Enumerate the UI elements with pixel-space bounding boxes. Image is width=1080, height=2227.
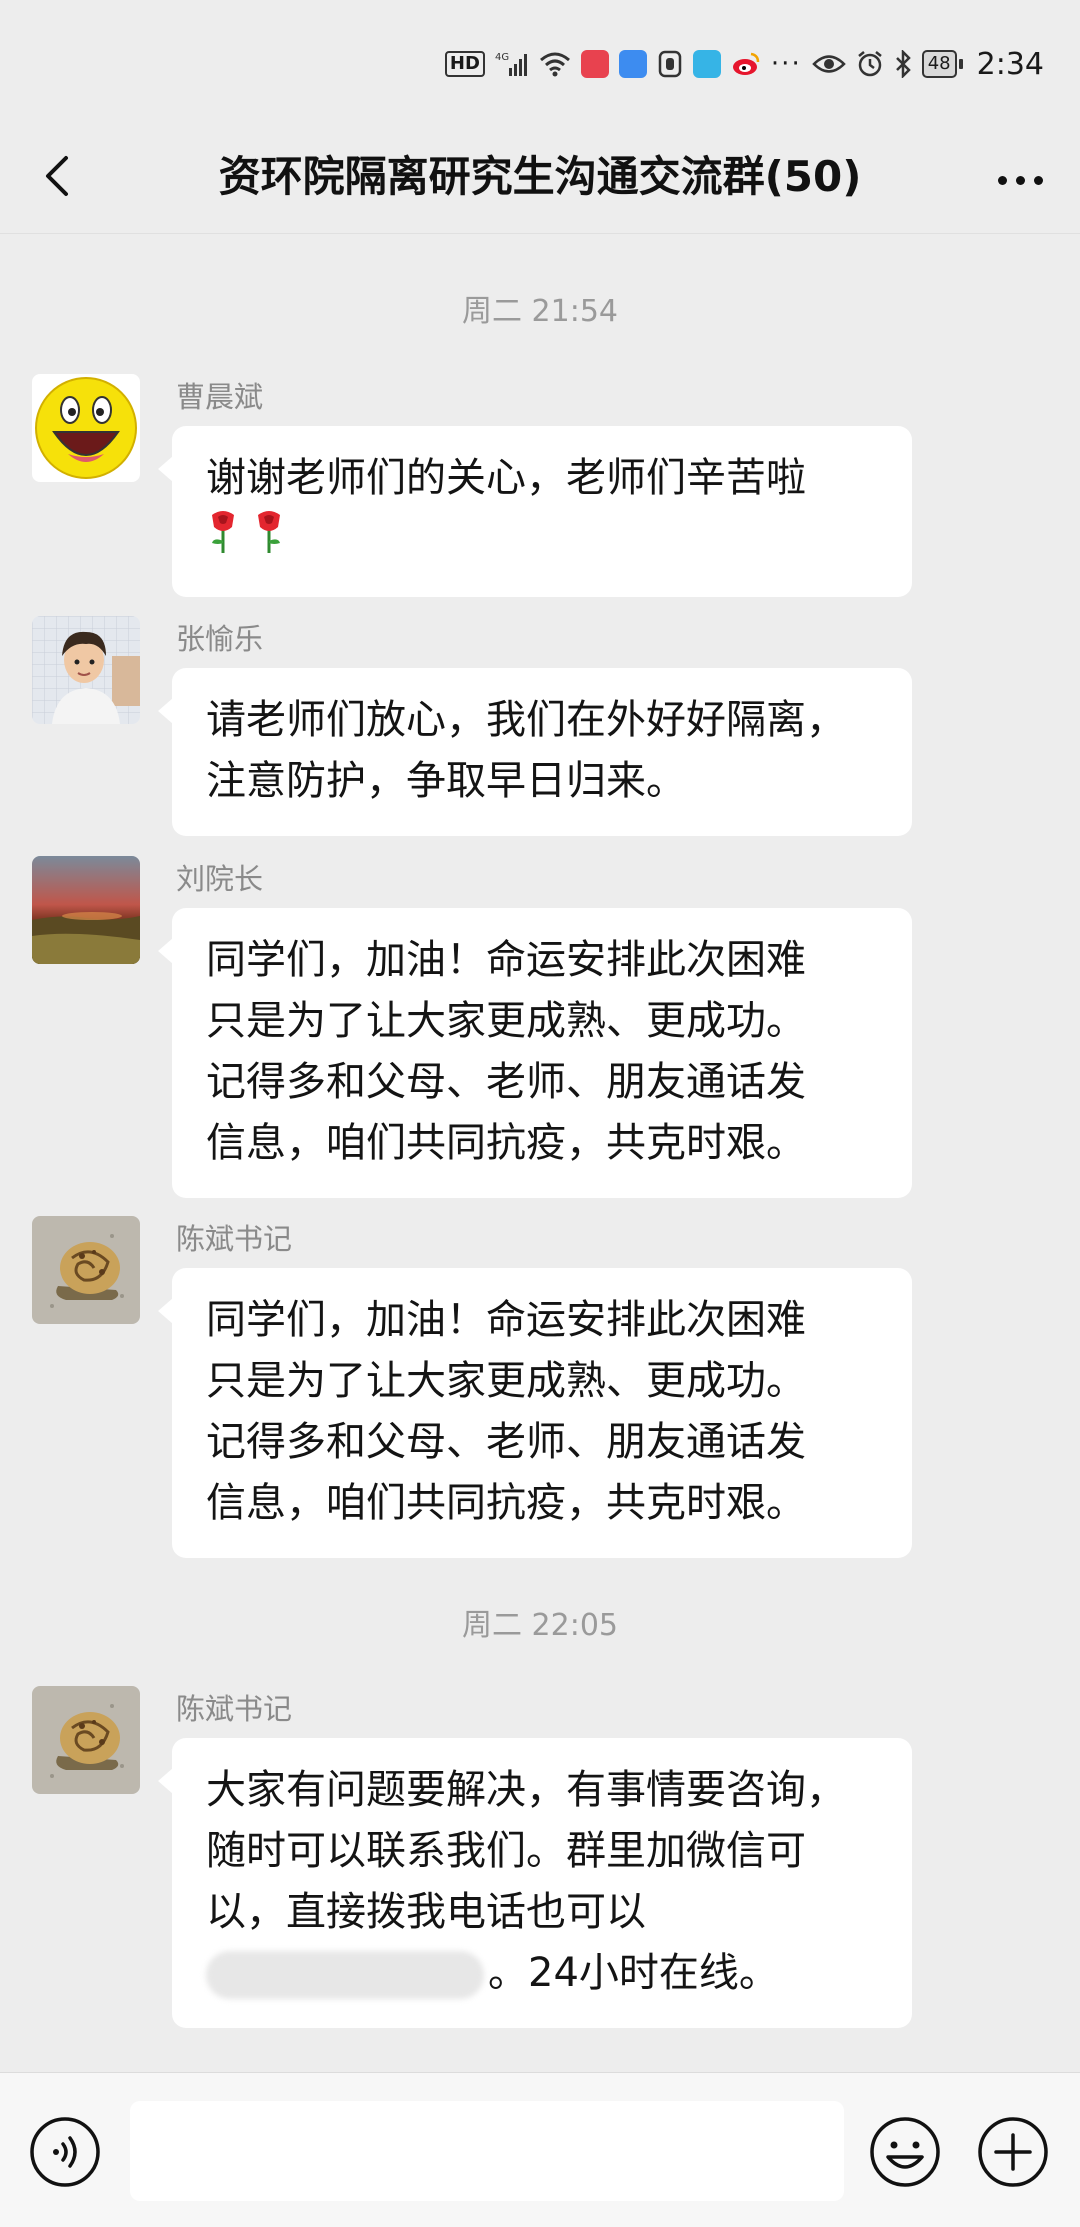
message-text: 记得多和父母、老师、朋友通话发 bbox=[206, 1419, 806, 1465]
message-text-with-redaction: 。24小时在线。 bbox=[206, 1943, 882, 2004]
message-text: 记得多和父母、老师、朋友通话发 bbox=[206, 1059, 806, 1105]
timestamp: 周二 21:54 bbox=[462, 294, 618, 329]
message-text: 请老师们放心，我们在外好好隔离， bbox=[206, 697, 846, 743]
snail-photo-avatar bbox=[32, 1686, 140, 1794]
more-dot bbox=[997, 175, 1007, 185]
more-options-button[interactable] bbox=[988, 150, 1052, 210]
message-bubble[interactable]: 大家有问题要解决，有事情要咨询， 随时可以联系我们。群里加微信可 以，直接拨我电… bbox=[158, 1738, 912, 2028]
sender-name: 曹晨斌 bbox=[176, 380, 264, 414]
message-bubble[interactable]: 谢谢老师们的关心，老师们辛苦啦 bbox=[158, 426, 912, 597]
message-text: 只是为了让大家更成熟、更成功。 bbox=[206, 998, 806, 1044]
message-text: 只是为了让大家更成熟、更成功。 bbox=[206, 1358, 806, 1404]
app-icon-red bbox=[580, 50, 609, 78]
alarm-icon bbox=[856, 50, 884, 78]
child-photo-avatar bbox=[32, 616, 140, 724]
weibo-icon bbox=[731, 51, 761, 77]
bluetooth-icon bbox=[894, 50, 912, 78]
hd-icon: HD bbox=[444, 51, 485, 77]
status-bar: HD 4G ··· 48 2:34 bbox=[0, 0, 1080, 124]
message-text: 谢谢老师们的关心，老师们辛苦啦 bbox=[206, 455, 806, 501]
avatar[interactable] bbox=[32, 616, 140, 724]
eye-icon bbox=[811, 53, 846, 75]
more-dot bbox=[1033, 175, 1043, 185]
signal-label: 4G bbox=[495, 52, 509, 63]
sender-name: 张愉乐 bbox=[176, 622, 264, 656]
message-text: 信息，咱们共同抗疫，共克时艰。 bbox=[206, 1120, 806, 1166]
more-dots-icon: ··· bbox=[770, 49, 802, 79]
voice-input-button[interactable] bbox=[28, 2115, 102, 2189]
page-title: 资环院隔离研究生沟通交流群(50) bbox=[218, 152, 862, 201]
wechat-group-chat-screen: HD 4G ··· 48 2:34 资环院隔离研究生沟通交流群(50) 周二 2… bbox=[0, 0, 1080, 2227]
message-input[interactable] bbox=[130, 2101, 844, 2201]
back-button[interactable] bbox=[30, 146, 90, 206]
signal-icon: 4G bbox=[495, 50, 529, 78]
rose-emoji-icon bbox=[212, 511, 234, 553]
status-icons: HD 4G ··· 48 2:34 bbox=[444, 40, 1044, 88]
emoji-icon bbox=[870, 2117, 940, 2187]
chevron-left-icon bbox=[46, 156, 68, 196]
timestamp: 周二 22:05 bbox=[462, 1608, 618, 1643]
app-icon-blue bbox=[692, 50, 721, 78]
rose-emoji-icon bbox=[258, 511, 280, 553]
sunset-landscape-avatar bbox=[32, 856, 140, 964]
sender-name: 刘院长 bbox=[176, 862, 264, 896]
sender-name: 陈斌书记 bbox=[176, 1222, 293, 1256]
emoji-button[interactable] bbox=[868, 2115, 942, 2189]
voice-icon bbox=[30, 2117, 100, 2187]
message-text: 随时可以联系我们。群里加微信可 bbox=[206, 1828, 806, 1874]
message-bubble[interactable]: 请老师们放心，我们在外好好隔离， 注意防护，争取早日归来。 bbox=[158, 668, 912, 836]
message-list[interactable]: 周二 21:54 曹晨斌 谢谢老师们的关心，老师们辛苦啦 张愉乐 请老师们放心，… bbox=[0, 234, 1080, 2072]
cloud-icon bbox=[618, 50, 647, 78]
message-text: 。24小时在线。 bbox=[488, 1950, 779, 1996]
more-dot bbox=[1015, 175, 1025, 185]
message-bubble[interactable]: 同学们，加油！命运安排此次困难 只是为了让大家更成熟、更成功。 记得多和父母、老… bbox=[158, 1268, 912, 1558]
message-text: 注意防护，争取早日归来。 bbox=[206, 758, 686, 804]
message-text: 信息，咱们共同抗疫，共克时艰。 bbox=[206, 1480, 806, 1526]
snail-photo-avatar bbox=[32, 1216, 140, 1324]
smiley-face-avatar bbox=[32, 374, 140, 482]
message-text: 以，直接拨我电话也可以 bbox=[206, 1889, 646, 1935]
message-text bbox=[206, 509, 882, 573]
redacted-phone-number bbox=[206, 1951, 484, 1999]
sender-name: 陈斌书记 bbox=[176, 1692, 293, 1726]
message-text: 同学们，加油！命运安排此次困难 bbox=[206, 937, 806, 983]
plus-icon bbox=[978, 2117, 1048, 2187]
hand-icon bbox=[657, 50, 683, 78]
message-bubble[interactable]: 同学们，加油！命运安排此次困难 只是为了让大家更成熟、更成功。 记得多和父母、老… bbox=[158, 908, 912, 1198]
battery-icon: 48 bbox=[921, 50, 963, 78]
avatar[interactable] bbox=[32, 856, 140, 964]
avatar[interactable] bbox=[32, 1216, 140, 1324]
avatar[interactable] bbox=[32, 374, 140, 482]
message-input-bar bbox=[0, 2072, 1080, 2227]
wifi-icon bbox=[539, 51, 571, 77]
more-actions-button[interactable] bbox=[976, 2115, 1050, 2189]
chat-header: 资环院隔离研究生沟通交流群(50) bbox=[0, 124, 1080, 234]
battery-level: 48 bbox=[921, 50, 957, 78]
message-text: 同学们，加油！命运安排此次困难 bbox=[206, 1297, 806, 1343]
message-text: 大家有问题要解决，有事情要咨询， bbox=[206, 1767, 846, 1813]
avatar[interactable] bbox=[32, 1686, 140, 1794]
clock: 2:34 bbox=[976, 46, 1044, 82]
